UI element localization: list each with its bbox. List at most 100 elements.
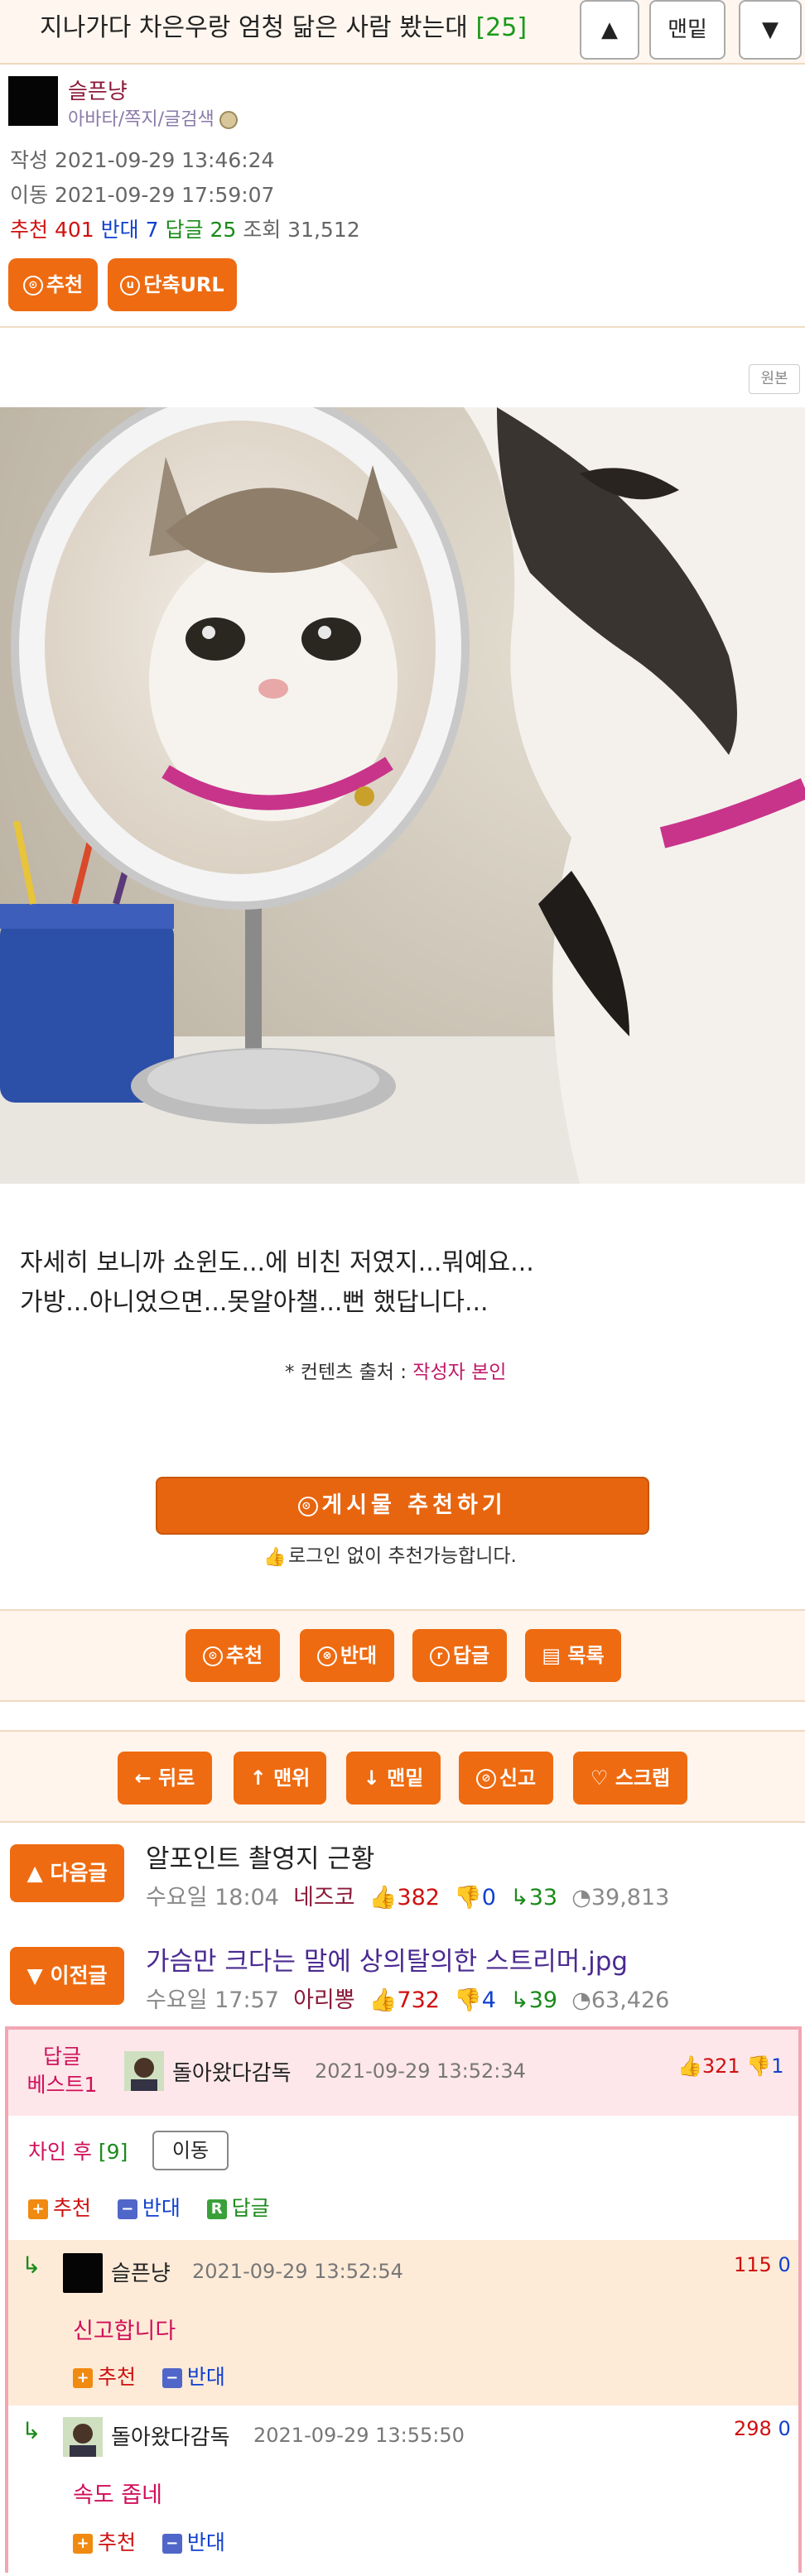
author-avatar[interactable] [8, 76, 58, 126]
oppose-label: 반대 [100, 218, 139, 242]
next-post-title[interactable]: 알포인트 촬영지 근황 [146, 1838, 374, 1875]
next-post[interactable]: ▲ 다음글 알포인트 촬영지 근황 수요일 18:04 네즈코 👍382 👎0 … [0, 1826, 805, 1929]
scrap-label: 스크랩 [615, 1766, 671, 1790]
reply-up: 298 [734, 2417, 772, 2440]
best-act-reply[interactable]: 답글 [232, 2196, 270, 2220]
back-label: 뒤로 [158, 1766, 195, 1790]
oppose-count: 7 [145, 218, 159, 242]
recommend-icon: ⊙ [202, 1646, 223, 1666]
bottom-button[interactable]: ↓ 맨밑 [346, 1752, 441, 1805]
best-comment-text: 차인 후 [9] [28, 2136, 128, 2165]
author-name[interactable]: 슬픈냥 [68, 74, 128, 105]
prev-post[interactable]: ▼ 이전글 가슴만 크다는 말에 상의탈의한 스트리머.jpg 수요일 17:5… [0, 1929, 805, 2031]
bar-list-button[interactable]: ▤ 목록 [525, 1629, 621, 1682]
next-post-nick[interactable]: 네즈코 [293, 1885, 355, 1910]
report-label: 신고 [499, 1766, 537, 1790]
back-button[interactable]: ← 뒤로 [118, 1752, 212, 1805]
bar-recommend-label: 추천 [225, 1644, 263, 1667]
reply-item: ↳ 슬픈냥 2021-09-29 13:52:54 115 0 신고합니다 + 추… [8, 2240, 798, 2405]
next-post-tag[interactable]: ▲ 다음글 [10, 1844, 124, 1902]
reply-act-up[interactable]: 추천 [98, 2530, 136, 2554]
scroll-down-button[interactable]: ▼ [739, 0, 802, 60]
reply-down: 0 [778, 2417, 791, 2440]
source-link[interactable]: 작성자 본인 [412, 1362, 506, 1383]
comment-count[interactable]: [25] [475, 13, 527, 42]
bar-oppose-label: 반대 [340, 1644, 378, 1667]
top-button[interactable]: ↑ 맨위 [234, 1752, 326, 1805]
triangle-down-icon: ▼ [27, 1963, 51, 1987]
best-comment-votes: 👍321 👎1 [677, 2055, 784, 2078]
triangle-up-icon: ▲ [27, 1861, 51, 1885]
prev-post-views: 63,426 [590, 1987, 670, 2013]
reply-down: 0 [778, 2253, 791, 2276]
bar-oppose-button[interactable]: ⊗ 반대 [300, 1629, 394, 1682]
scroll-bottom-button[interactable]: 맨밑 [649, 0, 725, 60]
scrap-button[interactable]: ♡ 스크랩 [573, 1752, 687, 1805]
best-label-line-1: 답글 [42, 2045, 81, 2069]
oppose-icon: ⊗ [316, 1646, 337, 1666]
best-comment-up: 321 [701, 2055, 740, 2078]
reply-nick[interactable]: 슬픈냥 [111, 2256, 171, 2287]
list-icon: ▤ [542, 1644, 568, 1667]
reply-icon: r [429, 1646, 450, 1666]
post-recommend-button[interactable]: ⊙ 게시물 추천하기 [156, 1477, 649, 1535]
content-line-2: 가방...아니었으면...못알아챌...뻔 했답니다... [20, 1288, 489, 1317]
prev-post-title[interactable]: 가슴만 크다는 말에 상의탈의한 스트리머.jpg [146, 1940, 628, 1978]
source-prefix: * 컨텐츠 출처 : [285, 1362, 413, 1383]
thumbs-down-icon: 👎 [454, 1885, 482, 1910]
best-act-up[interactable]: 추천 [53, 2196, 91, 2220]
bar-recommend-button[interactable]: ⊙ 추천 [186, 1629, 280, 1682]
move-button[interactable]: 이동 [152, 2131, 229, 2170]
reply-act-down[interactable]: 반대 [187, 2365, 225, 2389]
short-url-button[interactable]: u 단축URL [108, 258, 237, 311]
recommend-icon: ⊙ [298, 1496, 319, 1516]
post-recommend-label: 게시물 추천하기 [321, 1492, 507, 1518]
url-icon: u [120, 276, 141, 296]
best-comment-actions: + 추천 − 반대 R 답글 [28, 2192, 270, 2222]
best-comment-date: 2021-09-29 13:52:34 [315, 2059, 526, 2083]
commenter-avatar[interactable] [63, 2417, 103, 2457]
next-post-time: 수요일 18:04 [146, 1885, 279, 1910]
next-post-meta: 수요일 18:04 네즈코 👍382 👎0 ↳33 ◔39,813 [146, 1879, 669, 1911]
views-label: 조회 [243, 218, 282, 242]
reply-act-up[interactable]: 추천 [98, 2365, 136, 2389]
face-icon [124, 2051, 164, 2091]
next-post-replies: 33 [528, 1885, 558, 1910]
reply-count: 25 [210, 218, 237, 242]
post-stats: 추천 401 반대 7 답글 25 조회 31,512 [10, 214, 360, 243]
best-act-down[interactable]: 반대 [142, 2196, 181, 2220]
minus-icon: − [117, 2199, 137, 2219]
recommend-button[interactable]: ⊙ 추천 [8, 258, 98, 311]
prev-post-nick[interactable]: 아리뽕 [293, 1987, 355, 2013]
top-label: 맨위 [273, 1766, 311, 1790]
bar-reply-button[interactable]: r 답글 [412, 1629, 507, 1682]
author-links[interactable]: 아바타/쪽지/글검색 [68, 104, 238, 131]
best-comment-down: 1 [771, 2055, 784, 2078]
thumbs-down-icon: 👎 [454, 1987, 482, 2013]
reply-date: 2021-09-29 13:55:50 [253, 2424, 465, 2447]
reply-actions: + 추천 − 반대 [73, 2526, 225, 2556]
best-comment-nick[interactable]: 돌아왔다감독 [172, 2056, 292, 2087]
short-url-label: 단축URL [143, 273, 224, 296]
content-source: * 컨텐츠 출처 : 작성자 본인 [285, 1356, 506, 1384]
prev-post-tag[interactable]: ▼ 이전글 [10, 1947, 124, 2005]
thumbs-up-icon: 👍 [369, 1885, 398, 1910]
reply-act-down[interactable]: 반대 [187, 2530, 225, 2554]
written-date: 작성 2021-09-29 13:46:24 [10, 148, 275, 172]
reply-label: 답글 [165, 218, 204, 242]
author-links-text[interactable]: 아바타/쪽지/글검색 [68, 109, 215, 130]
original-image-button[interactable]: 원본 [749, 364, 800, 394]
thumbs-down-icon: 👎 [746, 2055, 772, 2078]
reply-nick[interactable]: 돌아왔다감독 [111, 2420, 230, 2451]
report-button[interactable]: ⊘ 신고 [459, 1752, 553, 1805]
prev-post-up: 732 [397, 1987, 440, 2013]
scroll-up-button[interactable]: ▲ [580, 0, 639, 60]
commenter-avatar[interactable] [124, 2051, 164, 2091]
recommend-count: 401 [54, 218, 94, 242]
best-comment-label: 답글 베스트1 [17, 2043, 108, 2099]
next-post-views: 39,813 [590, 1885, 670, 1910]
prev-post-down: 4 [481, 1987, 496, 2013]
commenter-avatar[interactable] [63, 2253, 103, 2293]
bar-reply-label: 답글 [452, 1644, 490, 1667]
moved-date: 이동 2021-09-29 17:59:07 [10, 183, 275, 207]
